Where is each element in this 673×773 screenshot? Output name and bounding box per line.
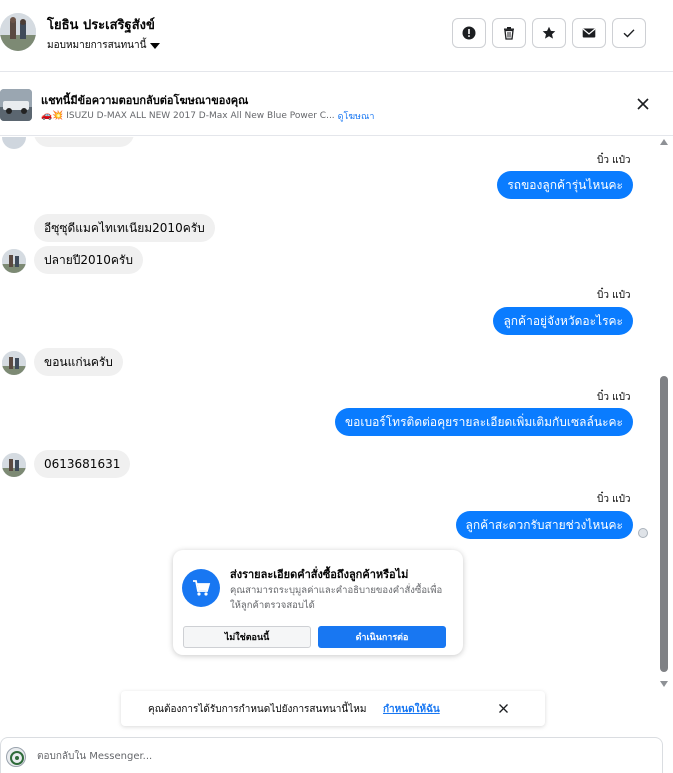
sender-name: บิ๋ว แป๋ว (597, 392, 631, 403)
assign-dropdown[interactable]: มอบหมายการสนทนานี้ (47, 38, 161, 53)
sender-name: บิ๋ว แป๋ว (597, 290, 631, 301)
assign-banner-text: คุณต้องการได้รับการกำหนดไปยังการสนทนานี้… (148, 704, 367, 715)
message-bubble-outgoing[interactable]: ลูกค้าอยู่จังหวัดอะไรคะ (493, 307, 633, 335)
ad-reply-banner: แชทนี้มีข้อความตอบกลับต่อโฆษณาของคุณ 🚗💥 … (0, 73, 673, 136)
sender-name: บิ๋ว แป๋ว (597, 494, 631, 505)
ad-thumbnail[interactable] (0, 89, 32, 121)
assign-to-me-banner: คุณต้องการได้รับการกำหนดไปยังการสนทนานี้… (121, 691, 545, 726)
mark-unread-button[interactable] (572, 18, 606, 48)
scrollbar-thumb[interactable] (660, 376, 668, 672)
message-bubble-outgoing[interactable]: ลูกค้าสะดวกรับสายช่วงไหนคะ (455, 511, 633, 539)
reply-composer[interactable]: ตอบกลับใน Messenger... (0, 737, 663, 773)
message-bubble-incoming[interactable]: อีซุซุดีแมคไทเทเนียม2010ครับ (34, 214, 215, 242)
order-prompt-title: ส่งรายละเอียดคำสั่งซื้อถึงลูกค้าหรือไม่ (230, 568, 409, 581)
contact-avatar-small (2, 453, 26, 477)
alert-icon (462, 26, 476, 40)
continue-button[interactable]: ดำเนินการต่อ (318, 626, 446, 648)
scroll-up-arrow[interactable] (660, 139, 668, 145)
ad-title: แชทนี้มีข้อความตอบกลับต่อโฆษณาของคุณ (41, 94, 249, 107)
mark-spam-button[interactable] (452, 18, 486, 48)
order-prompt-description: คุณสามารถระบุมูลค่าและคำอธิบายของคำสั่งซ… (230, 585, 443, 611)
chevron-down-icon (150, 42, 161, 49)
view-ad-link[interactable]: ดูโฆษณา (338, 109, 375, 123)
contact-avatar-small (2, 351, 26, 375)
mark-done-button[interactable] (612, 18, 646, 48)
assign-label: มอบหมายการสนทนานี้ (47, 40, 147, 51)
close-icon[interactable] (635, 96, 651, 112)
message-bubble-clipped (34, 137, 134, 147)
seen-indicator-avatar (638, 528, 648, 538)
message-bubble-incoming[interactable]: ขอนแก่นครับ (34, 348, 123, 376)
contact-avatar-small (2, 249, 26, 273)
cart-icon (182, 569, 220, 607)
page-avatar (6, 747, 26, 767)
contact-avatar-small (2, 137, 26, 149)
header-actions (452, 18, 646, 48)
ad-subtitle: 🚗💥 ISUZU D-MAX ALL NEW 2017 D-Max All Ne… (41, 111, 335, 121)
ad-subtitle-row: 🚗💥 ISUZU D-MAX ALL NEW 2017 D-Max All Ne… (41, 109, 374, 123)
contact-avatar[interactable] (0, 13, 36, 51)
reply-input[interactable]: ตอบกลับใน Messenger... (37, 749, 152, 764)
check-icon (623, 29, 635, 38)
message-bubble-outgoing[interactable]: รถของลูกค้ารุ่นไหนคะ (497, 171, 633, 199)
not-now-button[interactable]: ไม่ใช่ตอนนี้ (183, 626, 311, 648)
conversation-header: โยธิน ประเสริฐสังข์ มอบหมายการสนทนานี้ (0, 0, 673, 72)
sender-name: บิ๋ว แป๋ว (597, 155, 631, 166)
delete-button[interactable] (492, 18, 526, 48)
trash-icon (504, 27, 514, 40)
star-button[interactable] (532, 18, 566, 48)
star-icon (542, 26, 556, 39)
close-icon[interactable] (498, 703, 509, 714)
send-order-prompt-card: ส่งรายละเอียดคำสั่งซื้อถึงลูกค้าหรือไม่ … (173, 550, 463, 655)
scroll-down-arrow[interactable] (660, 681, 668, 687)
mail-icon (582, 28, 596, 38)
message-bubble-outgoing[interactable]: ขอเบอร์โทรติดต่อคุยรายละเอียดเพิ่มเติมกั… (334, 408, 633, 436)
message-bubble-incoming[interactable]: 0613681631 (34, 450, 131, 478)
assign-to-me-link[interactable]: กำหนดให้ฉัน (383, 702, 440, 717)
contact-name: โยธิน ประเสริฐสังข์ (47, 18, 155, 33)
message-bubble-incoming[interactable]: ปลายปี2010ครับ (34, 246, 143, 274)
